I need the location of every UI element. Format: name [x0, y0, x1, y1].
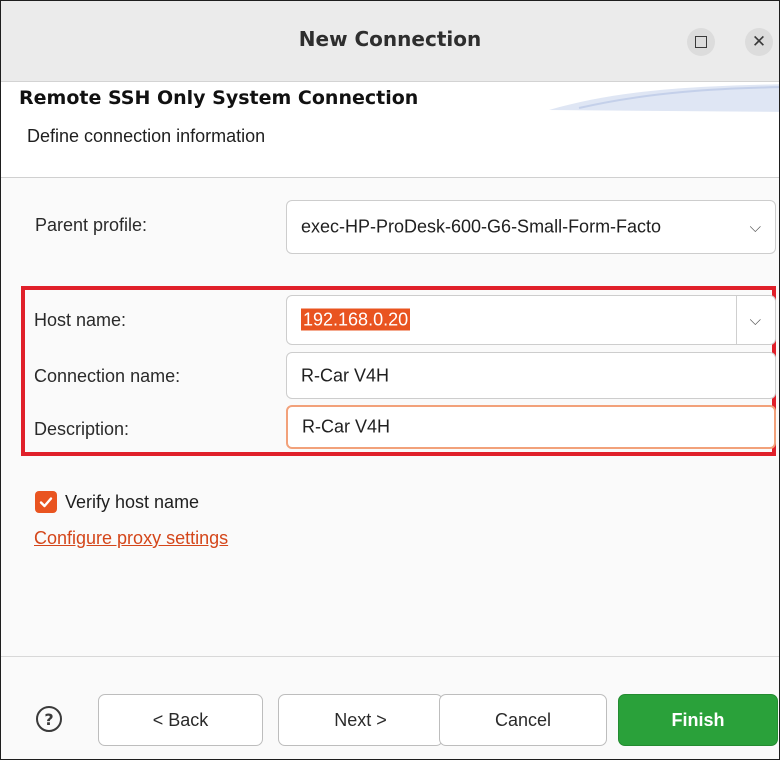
help-icon[interactable]: ? — [36, 706, 62, 732]
description-value: R-Car V4H — [302, 416, 391, 437]
parent-profile-select[interactable]: exec-HP-ProDesk-600-G6-Small-Form-Facto … — [286, 200, 776, 254]
parent-profile-value: exec-HP-ProDesk-600-G6-Small-Form-Facto — [301, 216, 662, 237]
connection-name-field[interactable]: R-Car V4H — [286, 352, 776, 399]
configure-proxy-settings-link[interactable]: Configure proxy settings — [34, 528, 228, 549]
dropdown-divider — [736, 296, 737, 344]
new-connection-dialog: New Connection ✕ Remote SSH Only System … — [0, 0, 780, 760]
connection-name-label: Connection name: — [34, 366, 181, 386]
close-icon: ✕ — [751, 31, 767, 52]
host-name-value: 192.168.0.20 — [301, 308, 411, 331]
banner-swoosh-graphic — [549, 84, 779, 112]
cancel-button[interactable]: Cancel — [439, 694, 607, 746]
title-bar: New Connection ✕ — [1, 1, 779, 82]
description-field[interactable]: R-Car V4H — [286, 405, 776, 449]
parent-profile-label: Parent profile: — [35, 215, 148, 235]
window-title: New Connection — [298, 27, 482, 51]
wizard-description: Define connection information — [27, 126, 266, 146]
verify-host-name-checkbox[interactable] — [35, 491, 57, 513]
finish-button[interactable]: Finish — [618, 694, 778, 746]
host-name-label: Host name: — [34, 310, 127, 330]
maximize-icon — [695, 36, 707, 48]
verify-host-name-label[interactable]: Verify host name — [65, 492, 199, 513]
chevron-down-icon[interactable]: ⌵ — [750, 311, 761, 329]
host-name-combo[interactable]: 192.168.0.20 ⌵ — [286, 295, 776, 345]
description-label: Description: — [34, 419, 130, 439]
checkmark-icon — [39, 497, 53, 508]
back-button[interactable]: < Back — [98, 694, 263, 746]
footer-divider — [1, 656, 779, 657]
close-button[interactable]: ✕ — [745, 28, 773, 56]
chevron-down-icon[interactable]: ⌵ — [750, 218, 761, 236]
next-button[interactable]: Next > — [278, 694, 443, 746]
wizard-title: Remote SSH Only System Connection — [19, 87, 419, 109]
connection-name-value: R-Car V4H — [301, 365, 390, 385]
maximize-button[interactable] — [687, 28, 715, 56]
